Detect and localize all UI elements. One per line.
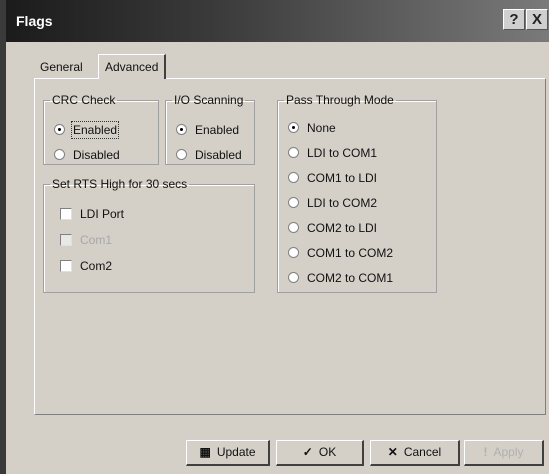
radio-unselected-icon	[288, 247, 299, 259]
crc-enabled-label: Enabled	[70, 121, 120, 139]
crc-enabled-radio[interactable]: Enabled	[54, 121, 120, 139]
pass-through-group: Pass Through Mode None LDI to COM1 COM1 …	[277, 93, 437, 293]
rts-com1-label: Com1	[80, 233, 113, 247]
x-icon: ✕	[387, 445, 398, 459]
io-disabled-radio[interactable]: Disabled	[176, 146, 242, 164]
update-button-label: Update	[216, 445, 256, 459]
rts-com2-checkbox[interactable]: Com2	[60, 257, 112, 275]
radio-selected-icon	[54, 124, 65, 136]
io-disabled-label: Disabled	[195, 148, 242, 162]
rts-ldi-port-checkbox[interactable]: LDI Port	[60, 205, 124, 223]
pt-ldi-to-com2-label: LDI to COM2	[307, 196, 378, 210]
rts-ldi-port-label: LDI Port	[80, 207, 125, 221]
pt-com2-to-ldi-radio[interactable]: COM2 to LDI	[288, 219, 377, 237]
pt-com1-to-com2-radio[interactable]: COM1 to COM2	[288, 244, 393, 262]
radio-unselected-icon	[288, 272, 299, 284]
radio-unselected-icon	[54, 149, 65, 161]
pt-ldi-to-com1-radio[interactable]: LDI to COM1	[288, 144, 377, 162]
pt-com2-to-com1-label: COM2 to COM1	[307, 271, 394, 285]
pt-none-label: None	[307, 121, 336, 135]
ok-button[interactable]: ✓ OK	[276, 440, 364, 466]
crc-disabled-radio[interactable]: Disabled	[54, 146, 120, 164]
apply-button-label: Apply	[493, 445, 524, 459]
help-button[interactable]: ?	[503, 9, 525, 30]
rts-legend: Set RTS High for 30 secs	[52, 177, 188, 191]
exclamation-icon: !	[483, 445, 488, 459]
cancel-button-label: Cancel	[403, 445, 442, 459]
advanced-panel: CRC Check Enabled Disabled I/O Scanning …	[34, 78, 546, 415]
io-scanning-group: I/O Scanning Enabled Disabled	[165, 93, 255, 165]
io-scanning-legend: I/O Scanning	[174, 93, 244, 107]
crc-check-group: CRC Check Enabled Disabled	[43, 93, 159, 165]
radio-selected-icon	[176, 124, 187, 136]
checkbox-icon	[60, 233, 72, 246]
radio-unselected-icon	[288, 222, 299, 234]
apply-button[interactable]: ! Apply	[464, 440, 544, 466]
checkmark-icon: ✓	[302, 445, 313, 459]
tab-advanced[interactable]: Advanced	[98, 54, 167, 79]
update-button[interactable]: ▦ Update	[186, 440, 270, 466]
rts-group: Set RTS High for 30 secs LDI Port Com1 C…	[43, 177, 255, 293]
ok-button-label: OK	[318, 445, 337, 459]
pt-ldi-to-com2-radio[interactable]: LDI to COM2	[288, 194, 377, 212]
dialog-window: Flags ? X General Advanced CRC Check Ena…	[0, 0, 549, 474]
rts-com2-label: Com2	[80, 259, 113, 273]
title-bar[interactable]: Flags ? X	[6, 0, 549, 42]
radio-unselected-icon	[288, 197, 299, 209]
pt-com1-to-com2-label: COM1 to COM2	[307, 246, 394, 260]
pt-ldi-to-com1-label: LDI to COM1	[307, 146, 378, 160]
pt-none-radio[interactable]: None	[288, 119, 336, 137]
radio-unselected-icon	[288, 147, 299, 159]
tab-general[interactable]: General	[34, 57, 89, 78]
radio-selected-icon	[288, 122, 299, 134]
radio-unselected-icon	[176, 149, 187, 161]
checkbox-icon	[60, 259, 72, 272]
pt-com2-to-com1-radio[interactable]: COM2 to COM1	[288, 269, 393, 287]
checkbox-icon	[60, 207, 72, 220]
pass-through-legend: Pass Through Mode	[286, 93, 394, 107]
cancel-button[interactable]: ✕ Cancel	[370, 440, 460, 466]
window-title: Flags	[16, 13, 53, 29]
close-button[interactable]: X	[526, 9, 548, 30]
io-enabled-radio[interactable]: Enabled	[176, 121, 239, 139]
crc-disabled-label: Disabled	[73, 148, 120, 162]
update-icon: ▦	[199, 445, 211, 459]
pt-com2-to-ldi-label: COM2 to LDI	[307, 221, 378, 235]
radio-unselected-icon	[288, 172, 299, 184]
pt-com1-to-ldi-label: COM1 to LDI	[307, 171, 378, 185]
io-enabled-label: Enabled	[195, 123, 240, 137]
rts-com1-checkbox[interactable]: Com1	[60, 231, 112, 249]
pt-com1-to-ldi-radio[interactable]: COM1 to LDI	[288, 169, 377, 187]
crc-check-legend: CRC Check	[52, 93, 116, 107]
